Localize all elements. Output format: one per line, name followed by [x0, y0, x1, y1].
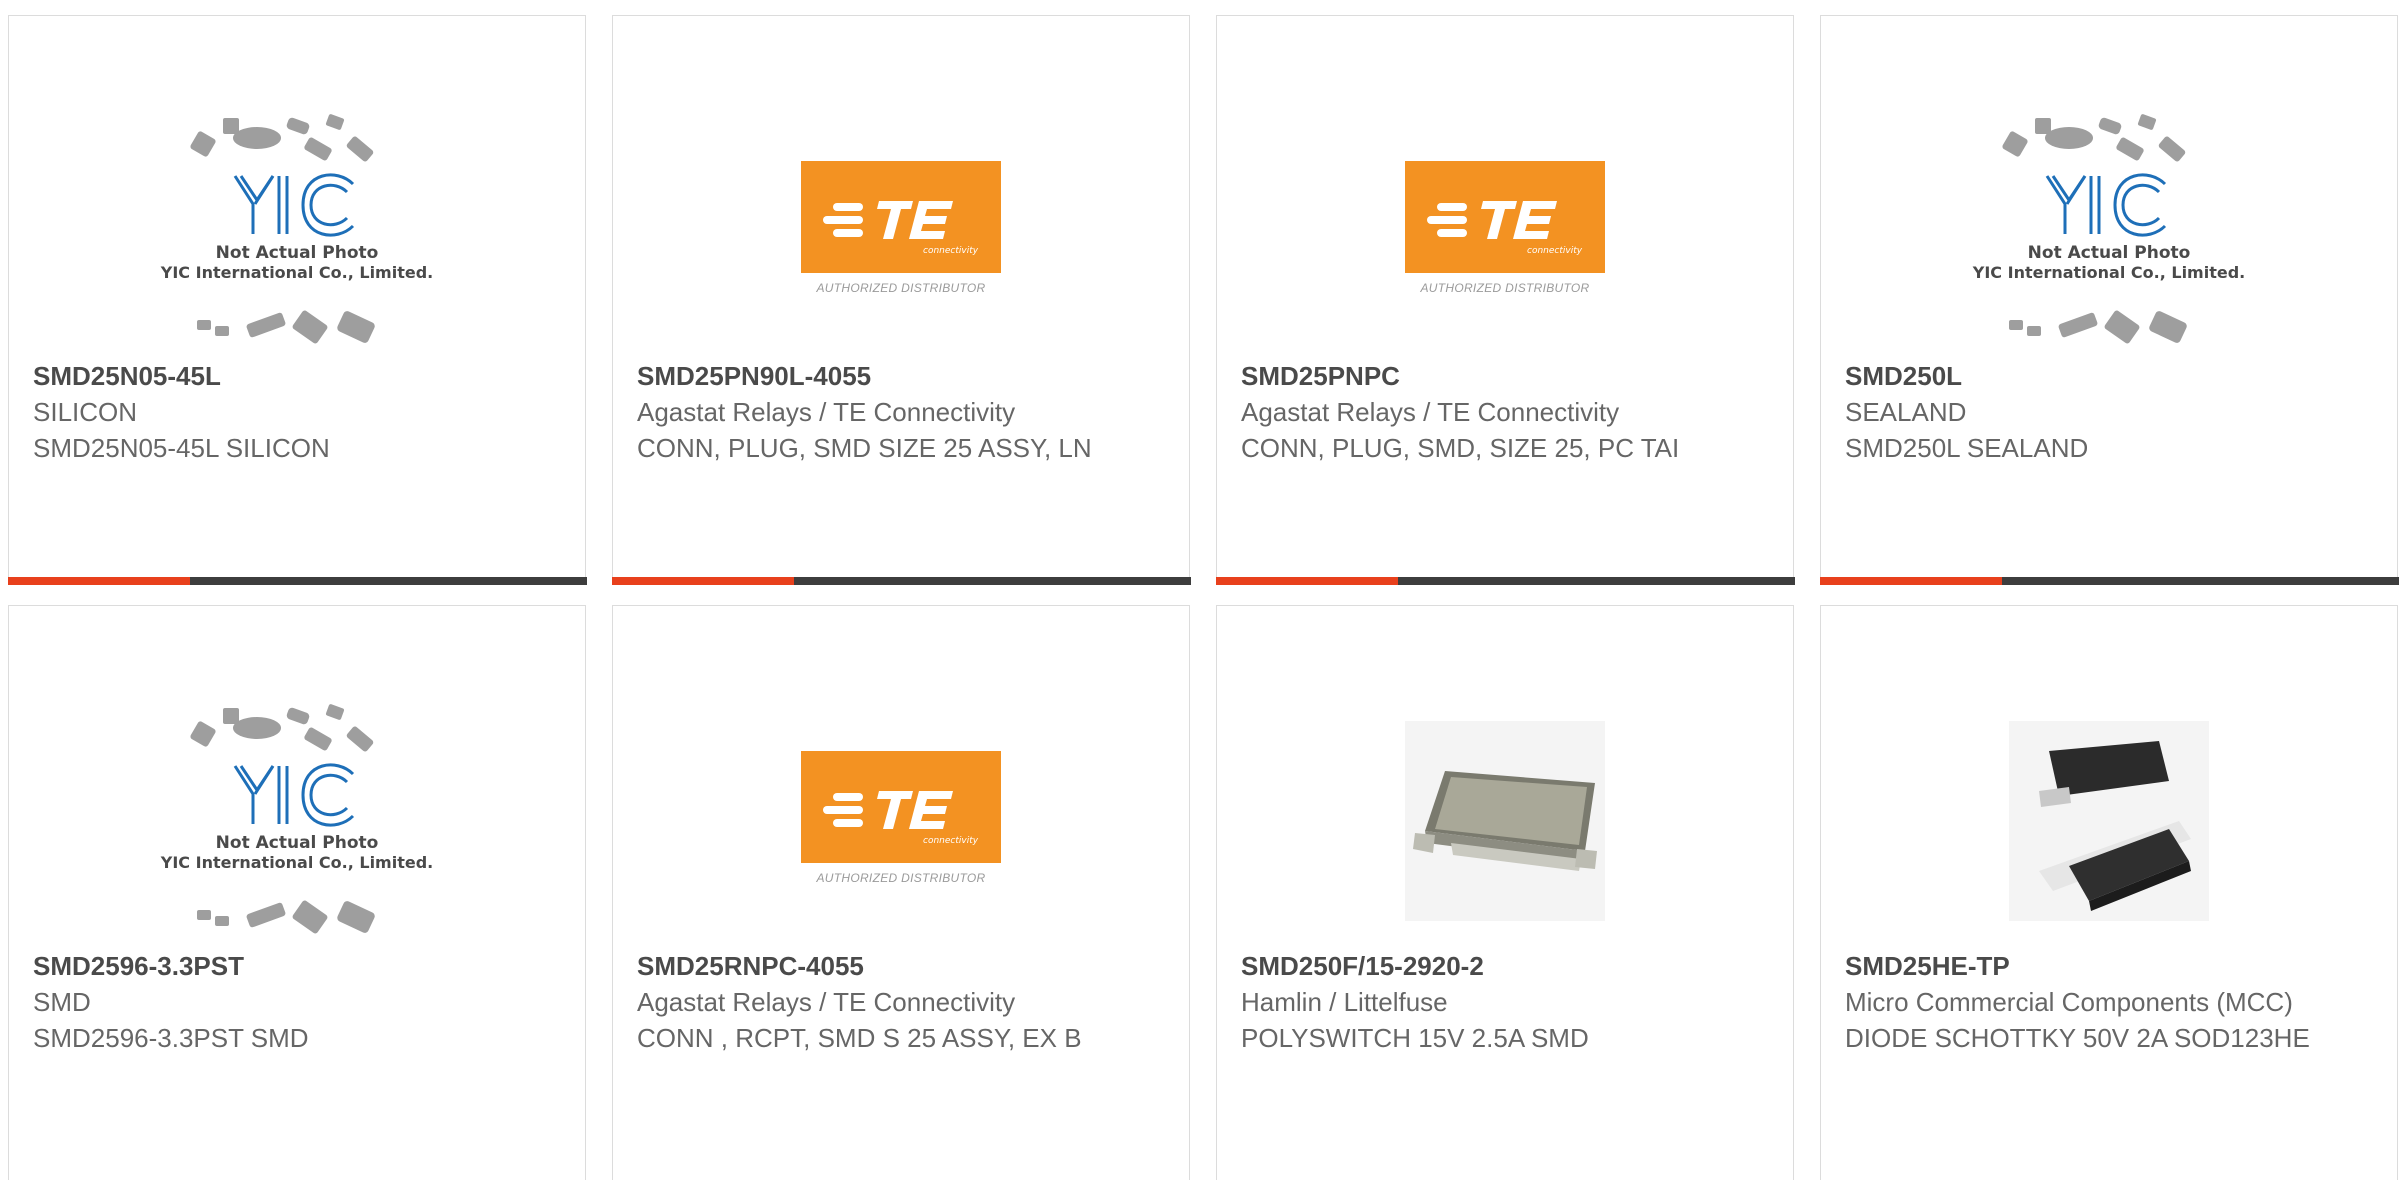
product-image[interactable] [1365, 681, 1645, 961]
card-accent-bar [1819, 577, 2399, 585]
svg-text:Not Actual Photo: Not Actual Photo [216, 833, 379, 853]
te-connectivity-logo: connectivity AUTHORIZED DISTRIBUTOR [796, 741, 1006, 901]
polyswitch-photo-icon [1405, 721, 1605, 921]
part-number-link[interactable]: SMD25RNPC-4055 [637, 948, 1107, 984]
description: SMD250L SEALAND [1845, 433, 2089, 463]
part-number-link[interactable]: SMD25PNPC [1241, 358, 1711, 394]
svg-text:connectivity: connectivity [923, 836, 979, 846]
description: POLYSWITCH 15V 2.5A SMD [1241, 1023, 1589, 1053]
description: SMD2596-3.3PST SMD [33, 1023, 309, 1053]
product-card[interactable]: SMD25HE-TP Micro Commercial Components (… [1820, 605, 2398, 1180]
product-image[interactable]: Not Actual Photo YIC International Co., … [1969, 91, 2249, 371]
manufacturer: SEALAND [1845, 397, 1967, 427]
manufacturer: Agastat Relays / TE Connectivity [637, 397, 1016, 427]
product-grid: Not Actual Photo YIC International Co., … [0, 0, 2400, 1180]
product-image[interactable]: connectivity AUTHORIZED DISTRIBUTOR [1365, 91, 1645, 371]
manufacturer: Agastat Relays / TE Connectivity [637, 987, 1016, 1017]
product-card[interactable]: connectivity AUTHORIZED DISTRIBUTOR SMD2… [611, 15, 1191, 585]
svg-text:connectivity: connectivity [923, 246, 979, 256]
description: SMD25N05-45L SILICON [33, 433, 330, 463]
diode-photo-icon [2009, 721, 2209, 921]
description: CONN , RCPT, SMD S 25 ASSY, EX B [637, 1023, 1082, 1053]
product-card[interactable]: Not Actual Photo YIC International Co., … [8, 605, 586, 1180]
manufacturer: SILICON [33, 397, 138, 427]
manufacturer: Agastat Relays / TE Connectivity [1241, 397, 1620, 427]
svg-text:Not Actual Photo: Not Actual Photo [216, 243, 379, 263]
product-card[interactable]: connectivity AUTHORIZED DISTRIBUTOR SMD2… [1215, 15, 1795, 585]
card-accent-bar [1215, 577, 1795, 585]
card-accent-bar [611, 577, 1191, 585]
product-image[interactable]: Not Actual Photo YIC International Co., … [157, 91, 437, 371]
manufacturer: SMD [33, 987, 91, 1017]
product-card[interactable]: SMD250F/15-2920-2 Hamlin / Littelfuse PO… [1216, 605, 1794, 1180]
part-number-link[interactable]: SMD250F/15-2920-2 [1241, 948, 1711, 984]
svg-text:YIC International Co., Limited: YIC International Co., Limited. [160, 263, 433, 282]
yic-placeholder-icon: Not Actual Photo YIC International Co., … [1972, 114, 2245, 344]
product-image[interactable]: connectivity AUTHORIZED DISTRIBUTOR [761, 681, 1041, 961]
svg-text:YIC International Co., Limited: YIC International Co., Limited. [1972, 263, 2245, 282]
yic-placeholder-icon: Not Actual Photo YIC International Co., … [160, 114, 433, 344]
yic-placeholder-icon: Not Actual Photo YIC International Co., … [160, 704, 433, 934]
product-card[interactable]: Not Actual Photo YIC International Co., … [7, 15, 587, 585]
manufacturer: Micro Commercial Components (MCC) [1845, 987, 2293, 1017]
description: DIODE SCHOTTKY 50V 2A SOD123HE [1845, 1023, 2310, 1053]
product-image[interactable]: Not Actual Photo YIC International Co., … [157, 681, 437, 961]
manufacturer: Hamlin / Littelfuse [1241, 987, 1448, 1017]
part-number-link[interactable]: SMD250L [1845, 358, 2315, 394]
description: CONN, PLUG, SMD, SIZE 25, PC TAI [1241, 433, 1680, 463]
part-number-link[interactable]: SMD2596-3.3PST [33, 948, 503, 984]
te-connectivity-logo: connectivity AUTHORIZED DISTRIBUTOR [1400, 151, 1610, 311]
product-image[interactable]: connectivity AUTHORIZED DISTRIBUTOR [761, 91, 1041, 371]
svg-text:YIC International Co., Limited: YIC International Co., Limited. [160, 853, 433, 872]
product-card[interactable]: connectivity AUTHORIZED DISTRIBUTOR SMD2… [612, 605, 1190, 1180]
product-image[interactable] [1969, 681, 2249, 961]
part-number-link[interactable]: SMD25HE-TP [1845, 948, 2315, 984]
te-connectivity-logo: connectivity AUTHORIZED DISTRIBUTOR [796, 151, 1006, 311]
part-number-link[interactable]: SMD25N05-45L [33, 358, 503, 394]
card-accent-bar [7, 577, 587, 585]
svg-text:Not Actual Photo: Not Actual Photo [2028, 243, 2191, 263]
part-number-link[interactable]: SMD25PN90L-4055 [637, 358, 1107, 394]
description: CONN, PLUG, SMD SIZE 25 ASSY, LN [637, 433, 1092, 463]
product-card[interactable]: Not Actual Photo YIC International Co., … [1819, 15, 2399, 585]
svg-text:connectivity: connectivity [1527, 246, 1583, 256]
